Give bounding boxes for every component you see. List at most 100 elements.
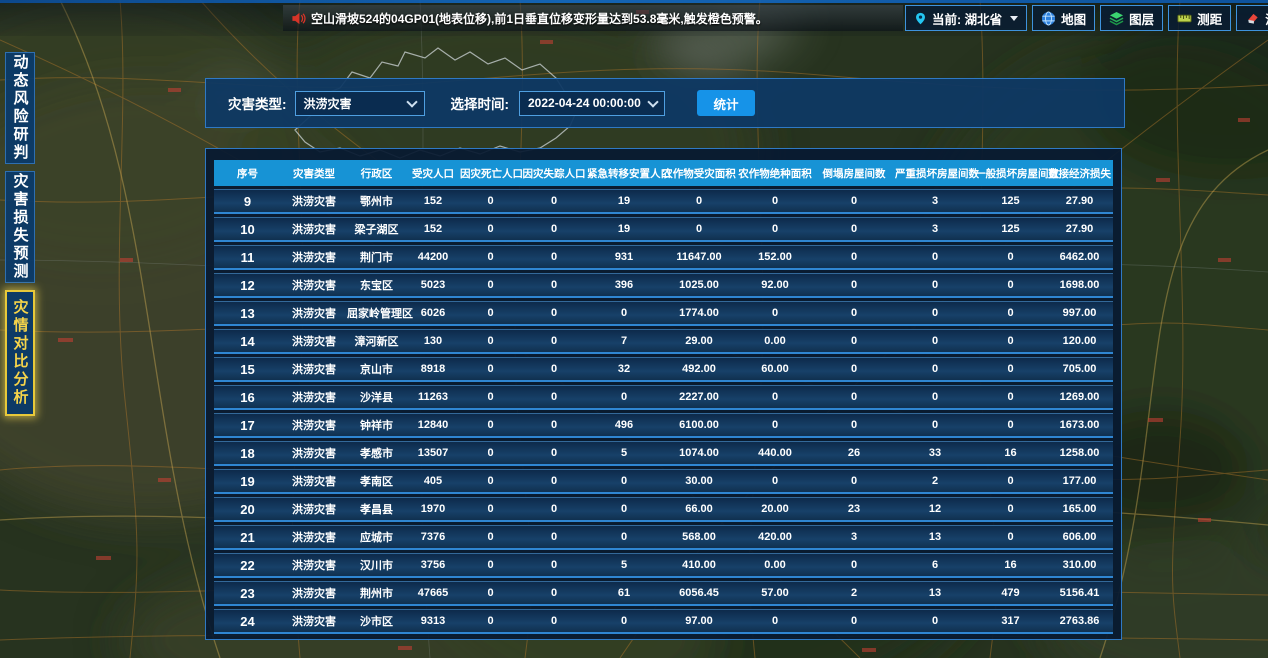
table-cell: 27.90 <box>1046 195 1113 207</box>
sidebar-item-disaster-loss-forecast[interactable]: 灾害损失预测 <box>5 171 35 283</box>
table-cell: 0 <box>813 279 895 291</box>
column-header: 因灾死亡人口 <box>460 166 521 181</box>
table-cell: 1269.00 <box>1046 391 1113 403</box>
table-cell: 92.00 <box>737 279 813 291</box>
time-select[interactable]: 2022-04-24 00:00:00 <box>519 91 665 116</box>
table-cell: 洪涝灾害 <box>281 361 347 377</box>
table-cell: 57.00 <box>737 587 813 599</box>
clear-button[interactable]: 清除 <box>1236 5 1268 31</box>
table-cell: 6100.00 <box>661 419 737 431</box>
table-cell: 0 <box>813 307 895 319</box>
table-row[interactable]: 20洪涝灾害孝昌县197000066.0020.0023120165.00 <box>214 497 1113 522</box>
column-header: 农作物受灾面积 <box>661 166 737 181</box>
table-cell: 1698.00 <box>1046 279 1113 291</box>
table-cell: 5 <box>587 559 661 571</box>
table-cell: 0 <box>521 279 587 291</box>
statistics-button[interactable]: 统计 <box>697 90 755 116</box>
table-cell: 0 <box>813 223 895 235</box>
table-row[interactable]: 16洪涝灾害沙洋县112630002227.0000001269.00 <box>214 385 1113 410</box>
table-cell: 0 <box>813 615 895 627</box>
table-row[interactable]: 21洪涝灾害应城市7376000568.00420.003130606.00 <box>214 525 1113 550</box>
measure-button[interactable]: 测距 <box>1168 5 1231 31</box>
map-button[interactable]: 地图 <box>1032 5 1095 31</box>
table-cell: 0 <box>975 391 1046 403</box>
table-row[interactable]: 17洪涝灾害钟祥市12840004966100.0000001673.00 <box>214 413 1113 438</box>
table-cell: 汉川市 <box>347 557 406 573</box>
table-row[interactable]: 22洪涝灾害汉川市3756005410.000.000616310.00 <box>214 553 1113 578</box>
table-cell: 3 <box>895 223 975 235</box>
table-cell: 0 <box>460 363 521 375</box>
table-cell: 梁子湖区 <box>347 221 406 237</box>
sidebar-item-dynamic-risk-analysis[interactable]: 动态风险研判 <box>5 52 35 164</box>
table-cell: 26 <box>813 447 895 459</box>
table-cell: 152.00 <box>737 251 813 263</box>
table-cell: 0 <box>661 195 737 207</box>
table-cell: 0 <box>460 559 521 571</box>
table-cell: 19 <box>214 474 281 489</box>
table-cell: 0 <box>975 419 1046 431</box>
table-cell: 0 <box>521 419 587 431</box>
table-cell: 130 <box>406 335 460 347</box>
column-header: 因灾失踪人口 <box>521 166 587 181</box>
top-accent-line <box>0 0 1268 3</box>
table-row[interactable]: 11洪涝灾害荆门市442000093111647.00152.000006462… <box>214 245 1113 270</box>
region-selector-label: 当前: 湖北省 <box>932 9 1002 28</box>
table-row[interactable]: 23洪涝灾害荆州市4766500616056.4557.002134795156… <box>214 581 1113 606</box>
table-cell: 0 <box>521 363 587 375</box>
table-cell: 洪涝灾害 <box>281 193 347 209</box>
region-selector[interactable]: 当前: 湖北省 <box>905 5 1027 31</box>
table-cell: 0 <box>737 307 813 319</box>
table-cell: 0 <box>521 335 587 347</box>
table-row[interactable]: 14洪涝灾害漳河新区13000729.000.00000120.00 <box>214 329 1113 354</box>
table-cell: 0 <box>813 335 895 347</box>
table-cell: 152 <box>406 195 460 207</box>
table-cell: 0 <box>587 503 661 515</box>
table-cell: 洪涝灾害 <box>281 445 347 461</box>
table-cell: 洪涝灾害 <box>281 613 347 629</box>
table-cell: 孝感市 <box>347 445 406 461</box>
table-cell: 17 <box>214 418 281 433</box>
speaker-icon <box>291 11 306 26</box>
table-cell: 16 <box>975 559 1046 571</box>
table-cell: 29.00 <box>661 335 737 347</box>
table-cell: 396 <box>587 279 661 291</box>
table-cell: 7 <box>587 335 661 347</box>
table-cell: 0 <box>460 419 521 431</box>
table-row[interactable]: 19洪涝灾害孝南区40500030.000020177.00 <box>214 469 1113 494</box>
table-row[interactable]: 15洪涝灾害京山市89180032492.0060.00000705.00 <box>214 357 1113 382</box>
table-cell: 0 <box>661 223 737 235</box>
table-cell: 22 <box>214 558 281 573</box>
table-row[interactable]: 9洪涝灾害鄂州市1520019000312527.90 <box>214 189 1113 214</box>
table-row[interactable]: 12洪涝灾害东宝区5023003961025.0092.000001698.00 <box>214 273 1113 298</box>
table-cell: 12 <box>895 503 975 515</box>
table-cell: 洪涝灾害 <box>281 585 347 601</box>
table-row[interactable]: 24洪涝灾害沙市区931300097.000003172763.86 <box>214 609 1113 634</box>
table-cell: 5 <box>587 447 661 459</box>
table-row[interactable]: 13洪涝灾害屈家岭管理区60260001774.000000997.00 <box>214 301 1113 326</box>
table-cell: 66.00 <box>661 503 737 515</box>
chevron-down-icon <box>1010 16 1018 21</box>
table-cell: 漳河新区 <box>347 333 406 349</box>
column-header: 直接经济损失 <box>1046 166 1113 181</box>
table-cell: 孝昌县 <box>347 501 406 517</box>
table-cell: 洪涝灾害 <box>281 557 347 573</box>
table-cell: 177.00 <box>1046 475 1113 487</box>
disaster-type-select[interactable]: 洪涝灾害 <box>295 91 425 116</box>
table-cell: 3 <box>895 195 975 207</box>
sidebar-nav: 动态风险研判灾害损失预测灾情对比分析 <box>5 52 35 416</box>
table-cell: 61 <box>587 587 661 599</box>
table-cell: 568.00 <box>661 531 737 543</box>
table-cell: 0 <box>975 279 1046 291</box>
layers-button[interactable]: 图层 <box>1100 5 1163 31</box>
table-row[interactable]: 10洪涝灾害梁子湖区1520019000312527.90 <box>214 217 1113 242</box>
table-cell: 7376 <box>406 531 460 543</box>
table-cell: 0 <box>460 447 521 459</box>
time-value: 2022-04-24 00:00:00 <box>528 96 641 110</box>
sidebar-item-disaster-comparison[interactable]: 灾情对比分析 <box>5 290 35 416</box>
table-cell: 洪涝灾害 <box>281 529 347 545</box>
table-row[interactable]: 18洪涝灾害孝感市135070051074.00440.002633161258… <box>214 441 1113 466</box>
table-cell: 5156.41 <box>1046 587 1113 599</box>
table-cell: 2 <box>813 587 895 599</box>
table-cell: 2227.00 <box>661 391 737 403</box>
table-cell: 0 <box>521 307 587 319</box>
